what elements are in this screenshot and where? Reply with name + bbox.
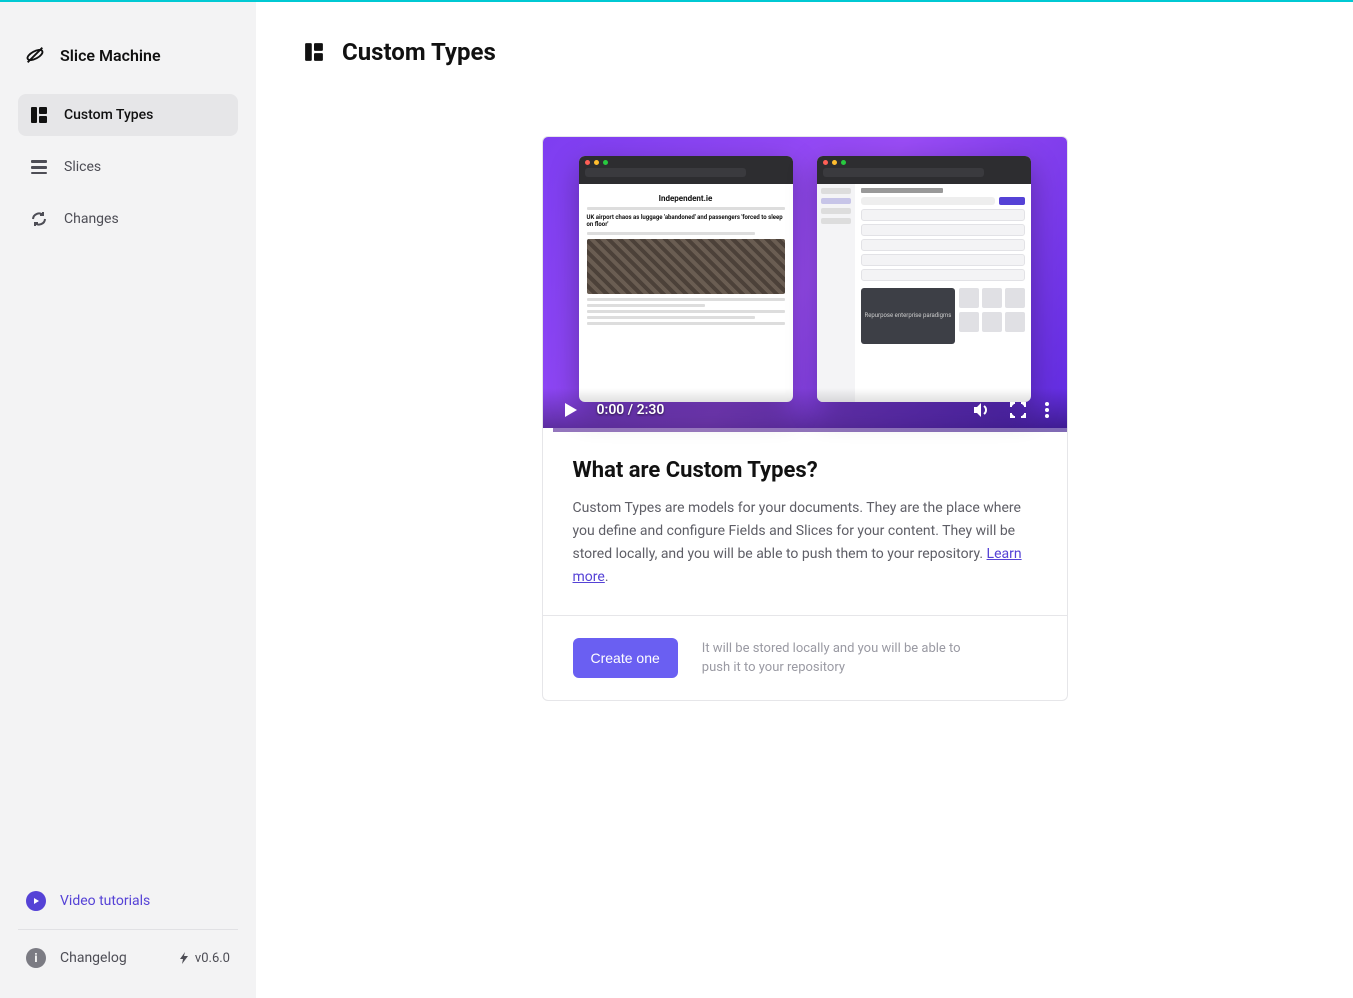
sidebar-item-custom-types[interactable]: Custom Types	[18, 94, 238, 136]
brand: Slice Machine	[18, 22, 238, 94]
page-header: Custom Types	[304, 38, 1305, 66]
page-title: Custom Types	[342, 38, 496, 66]
video-controls: 0:00 / 2:30	[543, 388, 1067, 432]
nav: Custom Types Slices Changes	[18, 94, 238, 240]
slices-icon	[30, 158, 48, 176]
onboarding-card: Independent.ie UK airport chaos as lugga…	[542, 136, 1068, 701]
card-description-text: Custom Types are models for your documen…	[573, 500, 1021, 562]
sidebar-item-label: Slices	[64, 159, 101, 175]
play-button[interactable]	[561, 401, 579, 419]
fullscreen-button[interactable]	[1009, 401, 1027, 419]
sidebar-item-slices[interactable]: Slices	[18, 146, 238, 188]
sidebar-item-label: Changes	[64, 211, 119, 227]
sidebar-footer: Video tutorials i Changelog v0.6.0	[18, 877, 238, 982]
mock-site-brand: Independent.ie	[587, 194, 785, 203]
card-body: What are Custom Types? Custom Types are …	[543, 432, 1067, 615]
create-one-button[interactable]: Create one	[573, 638, 678, 678]
video-progress-bar[interactable]	[543, 428, 1067, 432]
slice-machine-logo-icon	[24, 44, 46, 66]
lightning-icon	[179, 952, 189, 964]
changes-icon	[30, 210, 48, 228]
sidebar-item-label: Custom Types	[64, 107, 153, 123]
custom-types-icon	[30, 106, 48, 124]
custom-types-icon	[304, 42, 324, 62]
brand-name: Slice Machine	[60, 46, 161, 65]
cta-hint: It will be stored locally and you will b…	[702, 639, 962, 678]
card-footer: Create one It will be stored locally and…	[543, 615, 1067, 700]
card-heading: What are Custom Types?	[573, 458, 1037, 483]
video-tutorials-label: Video tutorials	[60, 893, 150, 909]
changelog-label: Changelog	[60, 950, 127, 966]
divider	[18, 929, 238, 930]
version-badge: v0.6.0	[179, 951, 230, 966]
card-description-end: .	[605, 569, 609, 585]
more-options-button[interactable]	[1045, 401, 1049, 419]
play-circle-icon	[26, 891, 46, 911]
video-tutorials-link[interactable]: Video tutorials	[18, 877, 238, 925]
card-description: Custom Types are models for your documen…	[573, 497, 1037, 589]
main: Custom Types Independent.ie UK airport c…	[256, 2, 1353, 998]
video-time-display: 0:00 / 2:30	[597, 402, 665, 418]
mock-browser-website: Independent.ie UK airport chaos as lugga…	[579, 156, 793, 402]
video-preview[interactable]: Independent.ie UK airport chaos as lugga…	[543, 137, 1067, 432]
info-icon: i	[26, 948, 46, 968]
sidebar: Slice Machine Custom Types Slices Change…	[0, 2, 256, 998]
changelog-link[interactable]: i Changelog v0.6.0	[18, 934, 238, 982]
version-text: v0.6.0	[195, 951, 230, 966]
mock-browser-editor: Repurpose enterprise paradigms	[817, 156, 1031, 402]
volume-button[interactable]	[971, 400, 991, 420]
mock-headline: UK airport chaos as luggage 'abandoned' …	[587, 214, 785, 228]
app-root: Slice Machine Custom Types Slices Change…	[0, 0, 1353, 998]
sidebar-item-changes[interactable]: Changes	[18, 198, 238, 240]
